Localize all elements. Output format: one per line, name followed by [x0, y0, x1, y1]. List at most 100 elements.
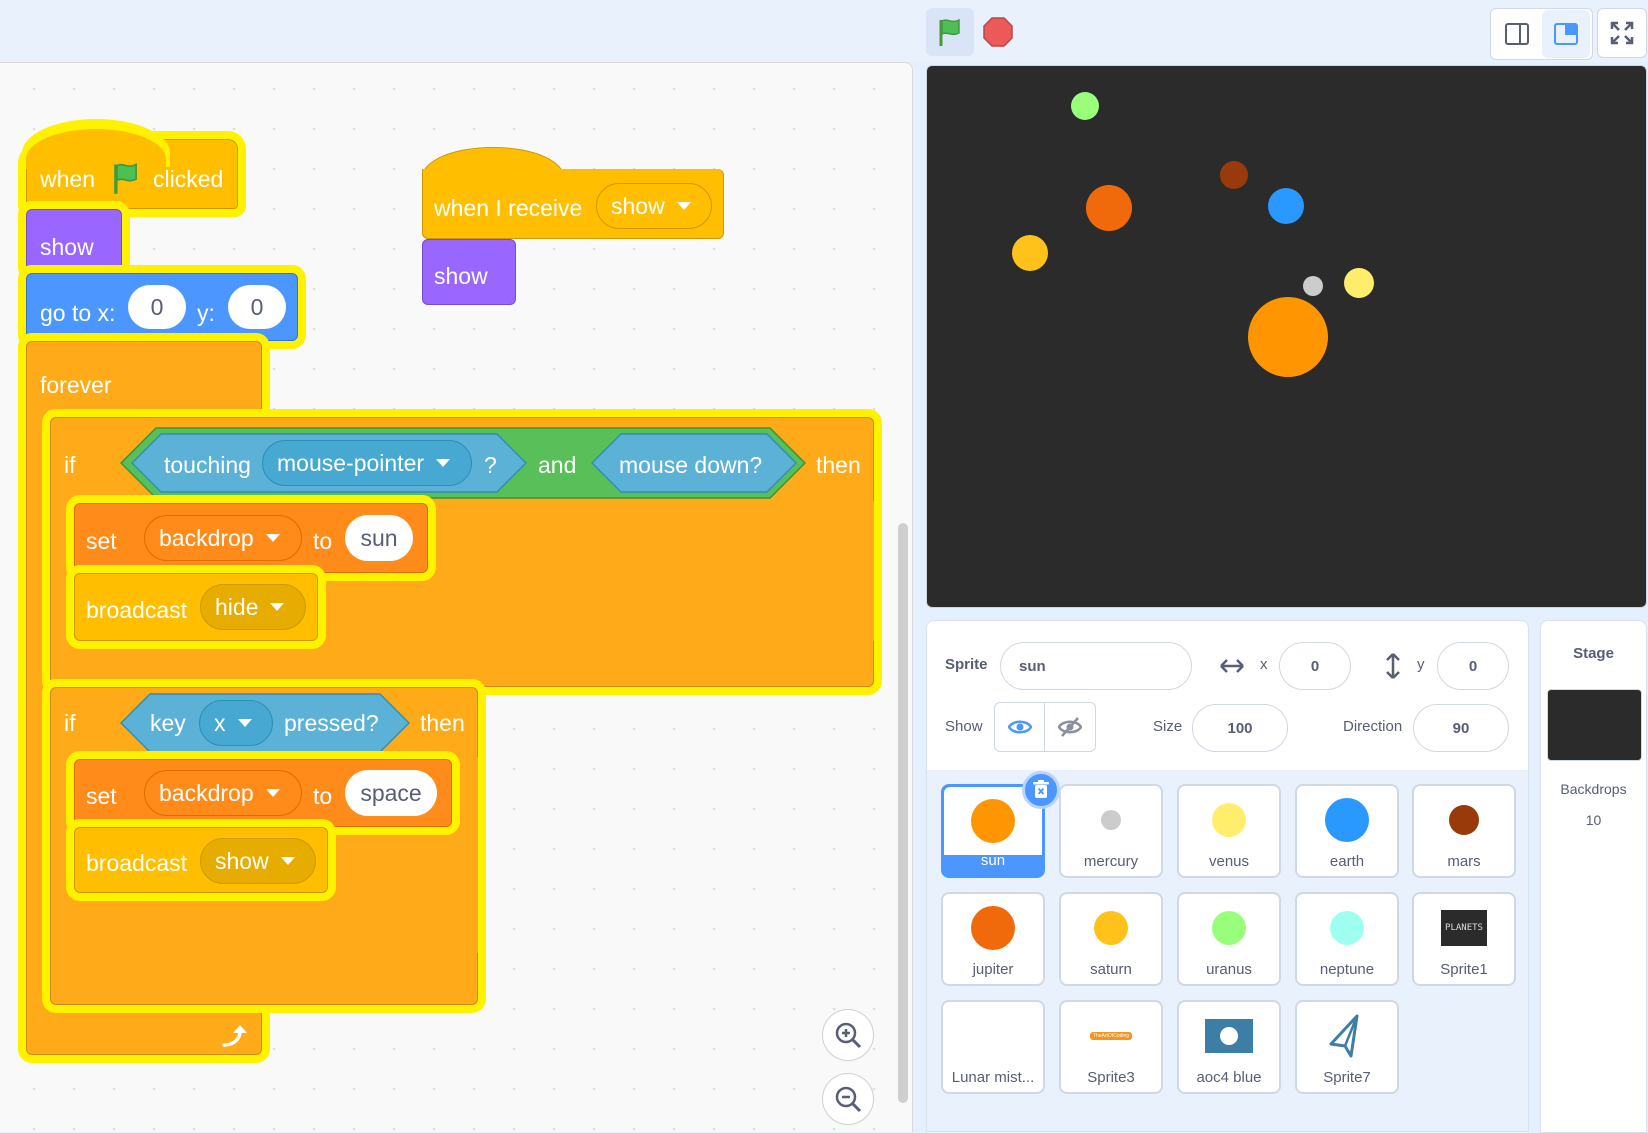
y-label: y	[1417, 656, 1425, 673]
small-stage-button[interactable]	[1493, 10, 1541, 58]
broadcast1-msg-dropdown[interactable]: hide	[200, 584, 306, 630]
direction-value: 90	[1452, 719, 1470, 737]
set2-target-value: backdrop	[159, 779, 254, 806]
stage-selector-panel[interactable]: Stage Backdrops 10	[1540, 620, 1647, 1133]
set2-target-dropdown[interactable]: backdrop	[144, 770, 302, 816]
x-label: x	[1260, 656, 1268, 673]
receive-msg-dropdown[interactable]: show	[596, 183, 712, 229]
if1-then-label: then	[816, 452, 861, 478]
show-visible-button[interactable]	[994, 702, 1045, 752]
trash-icon	[1033, 780, 1049, 798]
sprite-tile-label: venus	[1208, 853, 1250, 870]
set1-target-dropdown[interactable]: backdrop	[144, 515, 302, 561]
sprite-tile-label: Lunar mist...	[951, 1069, 1035, 1086]
green-flag-icon	[939, 18, 960, 46]
zoom-out-button[interactable]	[822, 1073, 874, 1125]
size-input[interactable]: 100	[1192, 704, 1288, 752]
sprite-name-value: sun	[1019, 657, 1046, 675]
stage-sprite-earth[interactable]	[1268, 188, 1304, 224]
sprite-name-input[interactable]: sun	[1000, 642, 1192, 690]
green-flag-button[interactable]	[926, 8, 974, 56]
sprite-tile-uranus[interactable]: uranus	[1177, 892, 1281, 986]
sprite-tile-label: jupiter	[972, 961, 1014, 978]
paper-plane-icon	[1329, 1014, 1359, 1058]
sprite-tile-sprite1[interactable]: PLANETS Sprite1	[1412, 892, 1516, 986]
size-label: Size	[1153, 718, 1183, 735]
small-stage-icon	[1505, 23, 1529, 45]
sprite-thumbnail	[1179, 786, 1279, 854]
x-position-input[interactable]: 0	[1279, 642, 1351, 690]
sprite-tile-label: mars	[1447, 853, 1481, 870]
stage-sprite-mars[interactable]	[1220, 161, 1248, 189]
vertical-scrollbar[interactable]	[898, 523, 908, 1103]
key-value-dropdown[interactable]: x	[199, 700, 273, 746]
sprite-tile-label: earth	[1329, 853, 1365, 870]
broadcast1-msg-value: hide	[215, 593, 259, 620]
fullscreen-icon	[1610, 21, 1634, 45]
sprite-tile-neptune[interactable]: neptune	[1295, 892, 1399, 986]
y-input[interactable]: 0	[228, 285, 286, 329]
sprite-tile-label: Sprite1	[1440, 961, 1488, 978]
sprite-tile-earth[interactable]: earth	[1295, 784, 1399, 878]
stop-icon	[983, 17, 1013, 47]
direction-input[interactable]: 90	[1413, 704, 1509, 752]
set2-value-input[interactable]: space	[345, 770, 437, 816]
touching-target-value: mouse-pointer	[277, 449, 425, 476]
sprite-tile-jupiter[interactable]: jupiter	[941, 892, 1045, 986]
sprite-tile-label: saturn	[1090, 961, 1132, 978]
set1-value-input[interactable]: sun	[345, 515, 413, 561]
y-position-input[interactable]: 0	[1437, 642, 1509, 690]
stage-sprite-mercury[interactable]	[1303, 276, 1323, 296]
sprite-tile-label: Sprite7	[1323, 1069, 1371, 1086]
stage-sprite-jupiter[interactable]	[1086, 185, 1132, 231]
sprite-tile-lunar-mist[interactable]: Lunar mist...	[941, 1000, 1045, 1094]
broadcast2-msg-dropdown[interactable]: show	[200, 838, 316, 884]
delete-sprite-button[interactable]	[1022, 771, 1060, 809]
sprite-thumbnail	[1297, 894, 1397, 962]
sprite-thumbnail	[1061, 894, 1161, 962]
stage-sprite-sun[interactable]	[1248, 297, 1328, 377]
and-label: and	[538, 452, 577, 478]
sprite-tile-saturn[interactable]: saturn	[1059, 892, 1163, 986]
question-label: ?	[484, 452, 497, 478]
sprite-tile-mars[interactable]: mars	[1412, 784, 1516, 878]
large-stage-icon	[1554, 23, 1578, 45]
vertical-arrows-icon	[1386, 653, 1400, 679]
show-hidden-button[interactable]	[1045, 702, 1096, 752]
size-value: 100	[1227, 719, 1253, 737]
sprite-costume-circle	[971, 799, 1015, 843]
sprite-costume-circle	[1449, 805, 1479, 835]
sprite-tile-venus[interactable]: venus	[1177, 784, 1281, 878]
sprite-tile-sprite3[interactable]: TheArtOfCoding Sprite3	[1059, 1000, 1163, 1094]
stop-button[interactable]	[974, 8, 1022, 56]
broadcast2-msg-value: show	[215, 847, 269, 874]
set1-to-label: to	[313, 528, 333, 554]
show-label: Show	[945, 718, 983, 735]
x-input[interactable]: 0	[128, 285, 186, 329]
sprite-thumbnail	[1297, 786, 1397, 854]
stage-sprite-uranus[interactable]	[1071, 92, 1099, 120]
sprite-costume-circle	[1212, 803, 1246, 837]
sprite-tile-label: Sprite3	[1087, 1069, 1135, 1086]
code-workspace[interactable]: when clicked show go to x: 0 y: 0 foreve…	[0, 62, 913, 1132]
backdrops-label: Backdrops	[1560, 781, 1627, 797]
stage-sprite-venus[interactable]	[1344, 268, 1374, 298]
stage-backdrop-thumbnail[interactable]	[1547, 689, 1642, 761]
sprite-tile-aoc4-blue[interactable]: aoc4 blue	[1177, 1000, 1281, 1094]
loop-arrow-icon	[222, 1025, 247, 1047]
sprite-tile-mercury[interactable]: mercury	[1059, 784, 1163, 878]
stage-sprite-saturn[interactable]	[1012, 235, 1048, 271]
large-stage-button[interactable]	[1542, 10, 1590, 58]
sprite-costume-circle	[971, 906, 1015, 950]
touching-label: touching	[164, 452, 251, 478]
fullscreen-button[interactable]	[1597, 8, 1647, 58]
sprite-thumbnail: PLANETS	[1414, 894, 1514, 962]
chevron-down-icon	[280, 857, 295, 865]
sprite-tile-sun[interactable]: sun	[941, 771, 1060, 878]
zoom-out-icon	[835, 1086, 862, 1113]
zoom-in-button[interactable]	[822, 1009, 874, 1061]
sprite-tile-sprite7[interactable]: Sprite7	[1295, 1000, 1399, 1094]
set2-to-label: to	[313, 783, 333, 809]
touching-target-dropdown[interactable]: mouse-pointer	[262, 440, 472, 486]
stage-canvas[interactable]	[926, 65, 1647, 608]
